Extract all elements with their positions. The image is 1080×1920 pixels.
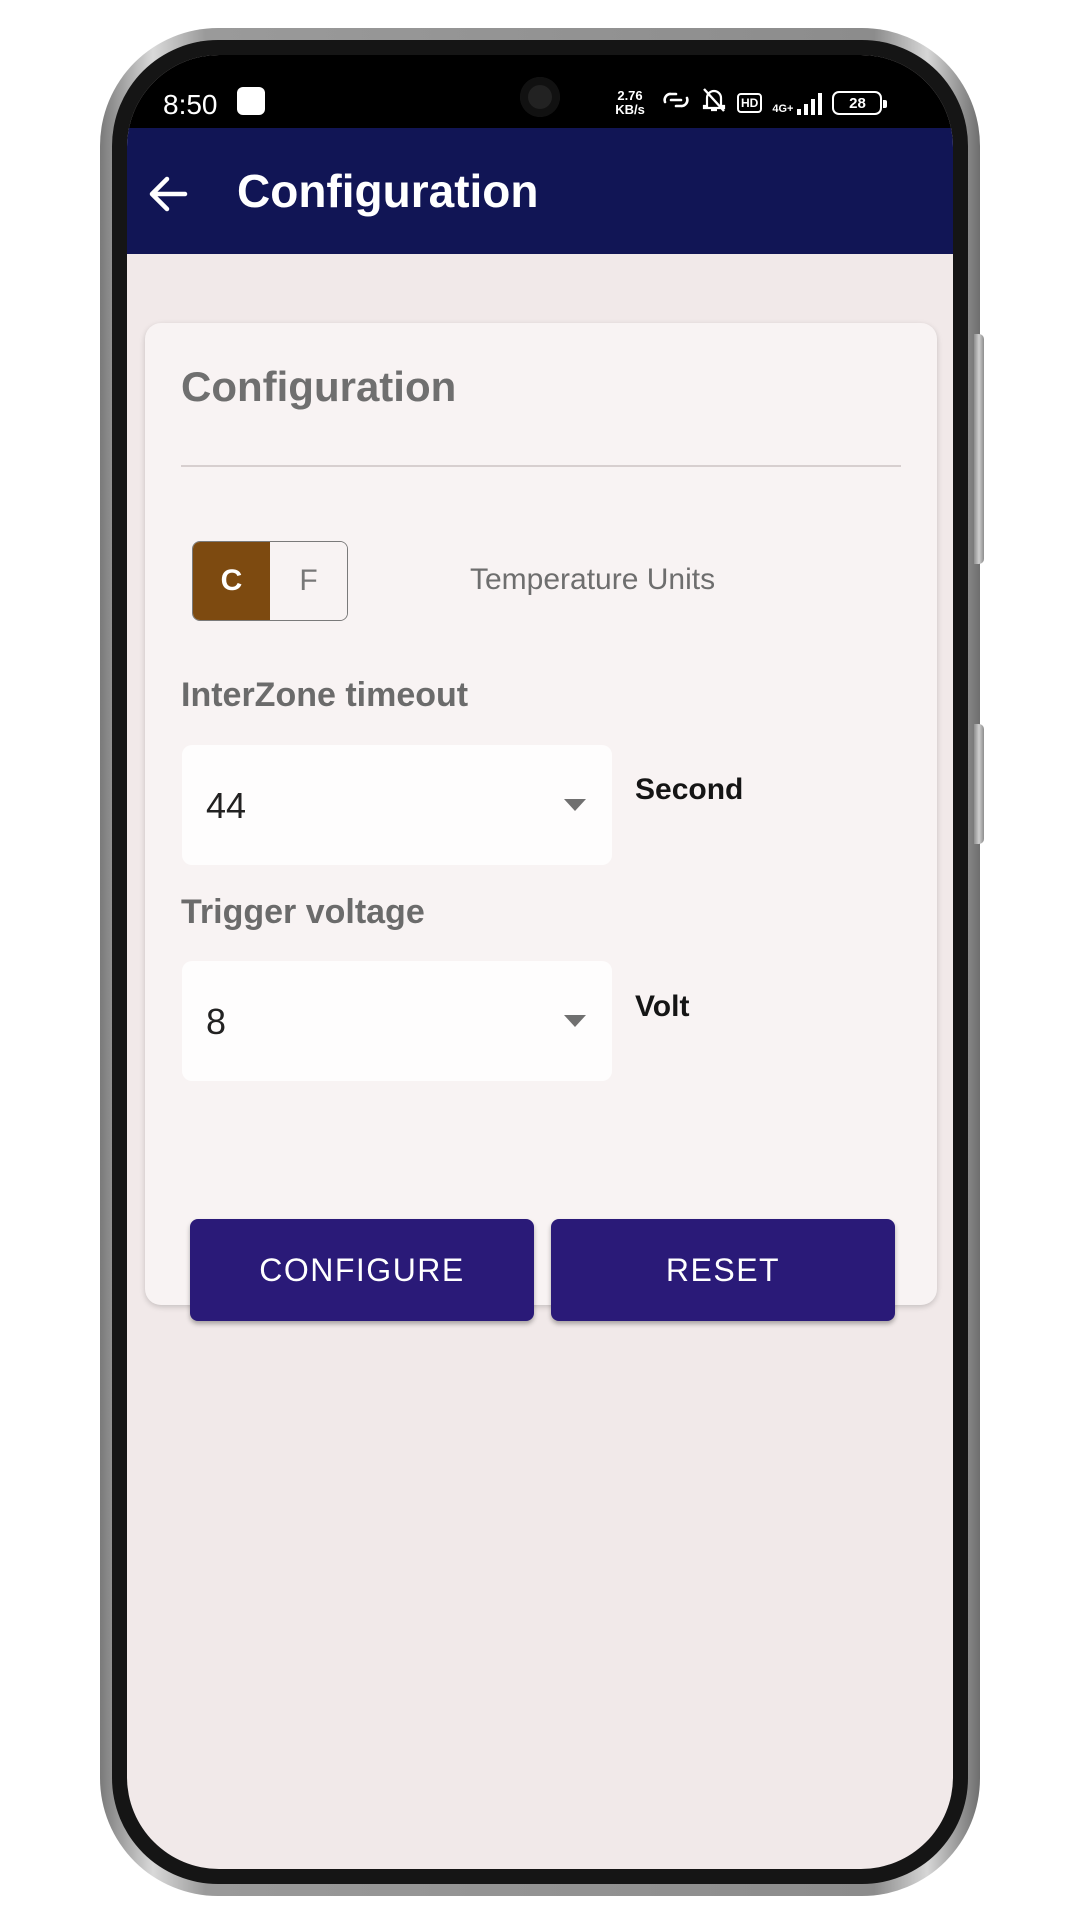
bell-off-icon [701,86,727,121]
signal-icon [797,91,823,115]
battery-level: 28 [849,94,866,112]
interzone-timeout-select[interactable]: 44 [182,745,612,865]
network-speed: 2.76 KB/s [610,89,650,117]
reset-button[interactable]: RESET [551,1219,895,1321]
interzone-timeout-value: 44 [206,785,247,826]
volume-button [974,334,984,564]
status-bar: 8:50 2.76 KB/s HD 4G+ 28 [127,55,953,128]
temperature-units-label: Temperature Units [470,563,716,596]
card-title: Configuration [181,363,457,410]
notification-icon [237,87,265,115]
unit-option-fahrenheit[interactable]: F [270,542,347,620]
trigger-unit-label: Volt [635,990,690,1023]
screen: 8:50 2.76 KB/s HD 4G+ 28 Configuration C… [127,55,953,1869]
back-arrow-icon [149,176,188,212]
back-button[interactable] [141,166,197,222]
interzone-timeout-label: InterZone timeout [181,676,469,714]
trigger-voltage-label: Trigger voltage [181,893,425,931]
dropdown-arrow-icon [564,799,586,811]
unit-option-celsius[interactable]: C [193,542,270,620]
configuration-card: Configuration C F Temperature Units Inte… [145,323,937,1321]
network-speed-value: 2.76 [617,88,643,103]
temperature-unit-toggle: C F [192,541,348,621]
app-title: Configuration [237,165,539,217]
power-button [974,724,984,844]
hd-icon: HD [737,93,763,113]
network-type: 4G+ [772,103,794,115]
status-icons: HD 4G+ 28 [661,86,888,121]
card-divider [181,465,901,467]
dropdown-arrow-icon [564,1015,586,1027]
signal-group: 4G+ [772,91,823,115]
status-time: 8:50 [163,89,218,120]
trigger-voltage-value: 8 [206,1001,227,1042]
front-camera [520,77,560,117]
trigger-voltage-select[interactable]: 8 [182,961,612,1081]
app-bar: Configuration [127,128,953,254]
battery-icon: 28 [832,91,888,115]
interzone-unit-label: Second [635,773,744,806]
configure-button[interactable]: CONFIGURE [190,1219,534,1321]
network-speed-unit: KB/s [615,102,645,117]
link-icon [661,88,691,119]
